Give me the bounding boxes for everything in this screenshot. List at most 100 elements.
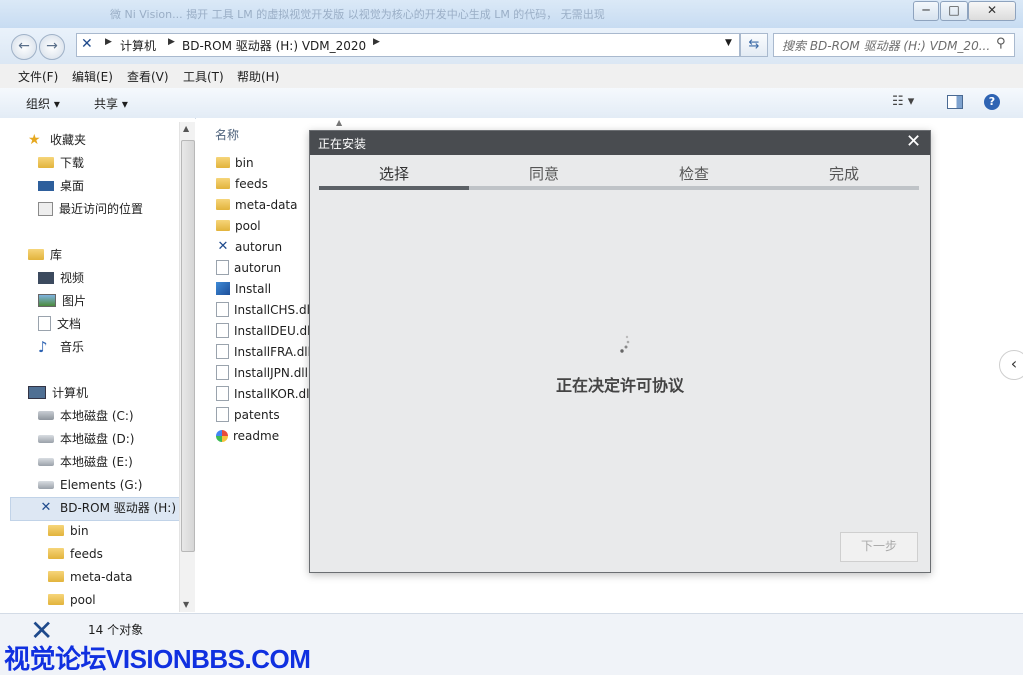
hard-drive-icon: [38, 480, 54, 489]
nav-item-drive-d[interactable]: 本地磁盘 (D:): [38, 429, 134, 449]
dialog-status-message: 正在决定许可协议: [555, 376, 684, 395]
music-icon: ♪: [38, 337, 48, 356]
nav-subfolder-pool[interactable]: pool: [48, 590, 96, 610]
folder-icon: [216, 157, 230, 168]
ni-location-icon: ✕: [81, 36, 93, 52]
side-collapse-button[interactable]: ‹: [999, 350, 1023, 380]
menu-tools[interactable]: 工具(T): [183, 68, 224, 85]
file-item[interactable]: autorun: [216, 258, 311, 278]
window-titlebar: 微 Ni Vision... 揭开 工具 LM 的虚拟视觉开发版 以视觉为核心的…: [0, 0, 1023, 29]
next-button[interactable]: 下一步: [840, 532, 918, 562]
file-item[interactable]: readme: [216, 426, 311, 446]
file-item[interactable]: meta-data: [216, 195, 311, 215]
maximize-button[interactable]: □: [940, 1, 968, 21]
nav-item-downloads[interactable]: 下载: [38, 153, 84, 173]
breadcrumb-separator-icon: ▶: [373, 37, 380, 47]
nav-favorites[interactable]: ★ 收藏夹: [28, 130, 86, 150]
html-file-icon: [216, 429, 228, 442]
share-button[interactable]: 共享 ▾: [94, 95, 128, 112]
file-name: readme: [233, 429, 280, 443]
view-options-icon[interactable]: ☷ ▾: [892, 94, 914, 109]
dll-file-icon: [216, 302, 229, 317]
forward-button[interactable]: →: [39, 34, 65, 60]
breadcrumb-computer[interactable]: 计算机: [120, 37, 156, 54]
file-name: InstallKOR.dll: [234, 387, 311, 401]
nav-subfolder-bin[interactable]: bin: [48, 521, 89, 541]
nav-scrollbar-thumb[interactable]: [181, 140, 195, 552]
loading-spinner-icon: [620, 335, 630, 353]
step-select: 选择: [378, 165, 409, 183]
dialog-title: 正在安装: [318, 137, 367, 151]
nav-item-drive-h[interactable]: ✕ BD-ROM 驱动器 (H:): [38, 498, 176, 518]
step-check: 检查: [678, 165, 709, 183]
help-icon[interactable]: ?: [984, 94, 1000, 110]
nav-subfolder-feeds[interactable]: feeds: [48, 544, 103, 564]
file-item[interactable]: bin: [216, 153, 311, 173]
breadcrumb-drive[interactable]: BD-ROM 驱动器 (H:) VDM_2020: [182, 37, 366, 54]
menu-edit[interactable]: 编辑(E): [72, 68, 113, 85]
nav-subfolder-meta-data[interactable]: meta-data: [48, 567, 133, 587]
dialog-close-icon[interactable]: ✕: [906, 132, 921, 152]
file-item[interactable]: InstallKOR.dll: [216, 384, 311, 404]
file-item[interactable]: pool: [216, 216, 311, 236]
star-icon: ★: [28, 131, 41, 148]
search-input[interactable]: 搜索 BD-ROM 驱动器 (H:) VDM_20... ⚲: [773, 33, 1015, 57]
file-item[interactable]: InstallJPN.dll: [216, 363, 311, 383]
menu-view[interactable]: 查看(V): [127, 68, 169, 85]
item-count: 14 个对象: [88, 623, 144, 637]
file-item[interactable]: patents: [216, 405, 311, 425]
menu-file[interactable]: 文件(F): [18, 68, 58, 85]
preview-pane-icon[interactable]: [947, 95, 963, 109]
file-item[interactable]: InstallDEU.dll: [216, 321, 311, 341]
file-item[interactable]: InstallCHS.dll: [216, 300, 311, 320]
folder-icon: [48, 548, 64, 559]
computer-icon: [28, 386, 46, 399]
status-bar: ✕ 14 个对象 视觉论坛VISIONBBS.COM: [0, 613, 1023, 675]
file-name: pool: [235, 219, 261, 233]
refresh-icon: ⇆: [748, 37, 760, 52]
installer-app-icon: [216, 282, 230, 295]
desktop-icon: [38, 180, 54, 191]
organize-button[interactable]: 组织 ▾: [26, 95, 60, 112]
search-icon[interactable]: ⚲: [996, 36, 1006, 51]
video-icon: [38, 271, 54, 284]
nav-libraries[interactable]: 库: [28, 245, 62, 265]
download-folder-icon: [38, 157, 54, 168]
nav-item-documents[interactable]: 文档: [38, 314, 81, 334]
breadcrumb-separator-icon: ▶: [105, 37, 112, 47]
column-header-name[interactable]: 名称: [215, 126, 239, 143]
file-name: meta-data: [235, 198, 298, 212]
folder-icon: [216, 220, 230, 231]
address-bar[interactable]: ✕ ▶ 计算机 ▶ BD-ROM 驱动器 (H:) VDM_2020 ▶ ▼: [76, 33, 740, 57]
menu-help[interactable]: 帮助(H): [237, 68, 279, 85]
file-item[interactable]: ✕ autorun: [216, 237, 311, 257]
file-item[interactable]: InstallFRA.dll: [216, 342, 311, 362]
nav-computer[interactable]: 计算机: [28, 383, 88, 403]
address-row: ← → ✕ ▶ 计算机 ▶ BD-ROM 驱动器 (H:) VDM_2020 ▶…: [0, 28, 1023, 64]
close-button[interactable]: ✕: [968, 1, 1016, 21]
nav-item-recent[interactable]: 最近访问的位置: [38, 199, 143, 219]
minimize-button[interactable]: ─: [913, 1, 939, 21]
file-name: InstallFRA.dll: [234, 345, 311, 359]
ni-drive-icon: ✕: [40, 499, 52, 515]
refresh-button[interactable]: ⇆: [740, 33, 768, 57]
nav-item-videos[interactable]: 视频: [38, 268, 84, 288]
file-item[interactable]: feeds: [216, 174, 311, 194]
address-dropdown-icon[interactable]: ▼: [725, 38, 732, 48]
nav-item-drive-c[interactable]: 本地磁盘 (C:): [38, 406, 134, 426]
nav-item-drive-e[interactable]: 本地磁盘 (E:): [38, 452, 133, 472]
system-drive-icon: [38, 411, 54, 420]
nav-item-drive-g[interactable]: Elements (G:): [38, 475, 142, 495]
file-item[interactable]: Install: [216, 279, 311, 299]
nav-item-pictures[interactable]: 图片: [38, 291, 86, 311]
documents-icon: [38, 316, 51, 331]
scroll-up-icon[interactable]: ▲: [183, 124, 189, 133]
scroll-down-icon[interactable]: ▼: [183, 600, 189, 609]
dialog-titlebar: [310, 131, 930, 155]
nav-item-desktop[interactable]: 桌面: [38, 176, 84, 196]
back-button[interactable]: ←: [11, 34, 37, 60]
file-name: InstallDEU.dll: [234, 324, 311, 338]
library-icon: [28, 249, 44, 260]
file-name: feeds: [235, 177, 268, 191]
nav-item-music[interactable]: ♪ 音乐: [38, 337, 84, 357]
